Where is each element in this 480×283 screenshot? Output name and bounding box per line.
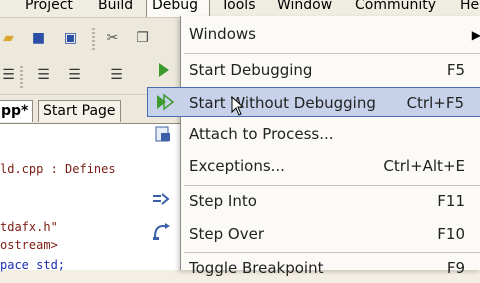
menu-item-label: Start Debugging (189, 61, 313, 79)
attach-icon (155, 126, 170, 142)
menu-item-attach-to-process[interactable]: Attach to Process... (155, 119, 480, 149)
menu-debug[interactable]: Debug (152, 0, 198, 13)
menu-build[interactable]: Build (98, 0, 133, 13)
menu-community[interactable]: Community (355, 0, 436, 13)
open-folder-icon[interactable]: ▰ (0, 30, 17, 47)
toolbar-grip[interactable] (20, 66, 23, 88)
menu-item-start-without-debugging[interactable]: Start Without Debugging Ctrl+F5 (147, 87, 480, 117)
save-icon[interactable]: ■ (30, 30, 47, 47)
menu-item-start-debugging[interactable]: Start Debugging F5 (159, 55, 480, 85)
code-line: ostream> (0, 238, 58, 252)
menu-project[interactable]: Project (25, 0, 73, 13)
code-line: tdafx.h" (0, 220, 58, 234)
menu-item-shortcut: Ctrl+F5 (406, 94, 464, 112)
save-all-icon[interactable]: ▣ (62, 30, 79, 47)
menu-item-label: Start Without Debugging (189, 94, 376, 112)
menu-item-toggle-breakpoint[interactable]: Toggle Breakpoint F9 (181, 253, 480, 283)
indent-icon[interactable]: ☰ (0, 67, 17, 84)
tab-start-page[interactable]: Start Page (38, 100, 121, 122)
menu-item-label: Exceptions... (189, 157, 285, 175)
menu-item-label: Toggle Breakpoint (189, 259, 324, 277)
menu-separator (184, 53, 480, 54)
play-icon (159, 63, 169, 77)
menu-item-label: Step Into (189, 192, 257, 210)
menu-item-step-over[interactable]: Step Over F10 (153, 219, 480, 249)
cut-icon[interactable]: ✂ (104, 30, 121, 47)
code-line: ld.cpp : Defines (0, 162, 116, 176)
mouse-cursor-icon (231, 96, 245, 116)
comment-icon[interactable]: ☰ (108, 67, 125, 84)
menu-item-step-into[interactable]: Step Into F11 (153, 186, 480, 216)
tab-source-file[interactable]: pp* (0, 100, 34, 122)
menu-window[interactable]: Window (277, 0, 332, 13)
step-into-icon (153, 193, 170, 205)
menu-item-shortcut: F5 (446, 61, 465, 79)
menu-help[interactable]: He (460, 0, 479, 13)
toolbar-grip[interactable] (92, 28, 95, 50)
menu-item-exceptions[interactable]: Exceptions... Ctrl+Alt+E (181, 151, 480, 181)
menu-item-windows[interactable]: Windows ▶ (181, 19, 480, 49)
menu-item-label: Step Over (189, 225, 264, 243)
menu-item-shortcut: F11 (437, 192, 465, 210)
standard-toolbar: ▰ ■ ▣ ✂ ❐ (0, 18, 190, 61)
menu-item-label: Attach to Process... (189, 125, 334, 143)
menu-item-shortcut: F10 (437, 225, 465, 243)
increase-indent-icon[interactable]: ☰ (66, 67, 83, 84)
decrease-indent-icon[interactable]: ☰ (35, 67, 52, 84)
copy-icon[interactable]: ❐ (134, 30, 151, 47)
submenu-arrow-icon: ▶ (471, 28, 480, 42)
step-over-icon (153, 223, 170, 240)
menu-tools[interactable]: Tools (221, 0, 256, 13)
menu-item-shortcut: Ctrl+Alt+E (383, 157, 465, 175)
menu-item-shortcut: F9 (446, 259, 465, 277)
debug-menu: Windows ▶ Start Debugging F5 Start Witho… (147, 16, 480, 277)
menu-item-label: Windows (189, 25, 256, 43)
run-icon (157, 93, 174, 111)
